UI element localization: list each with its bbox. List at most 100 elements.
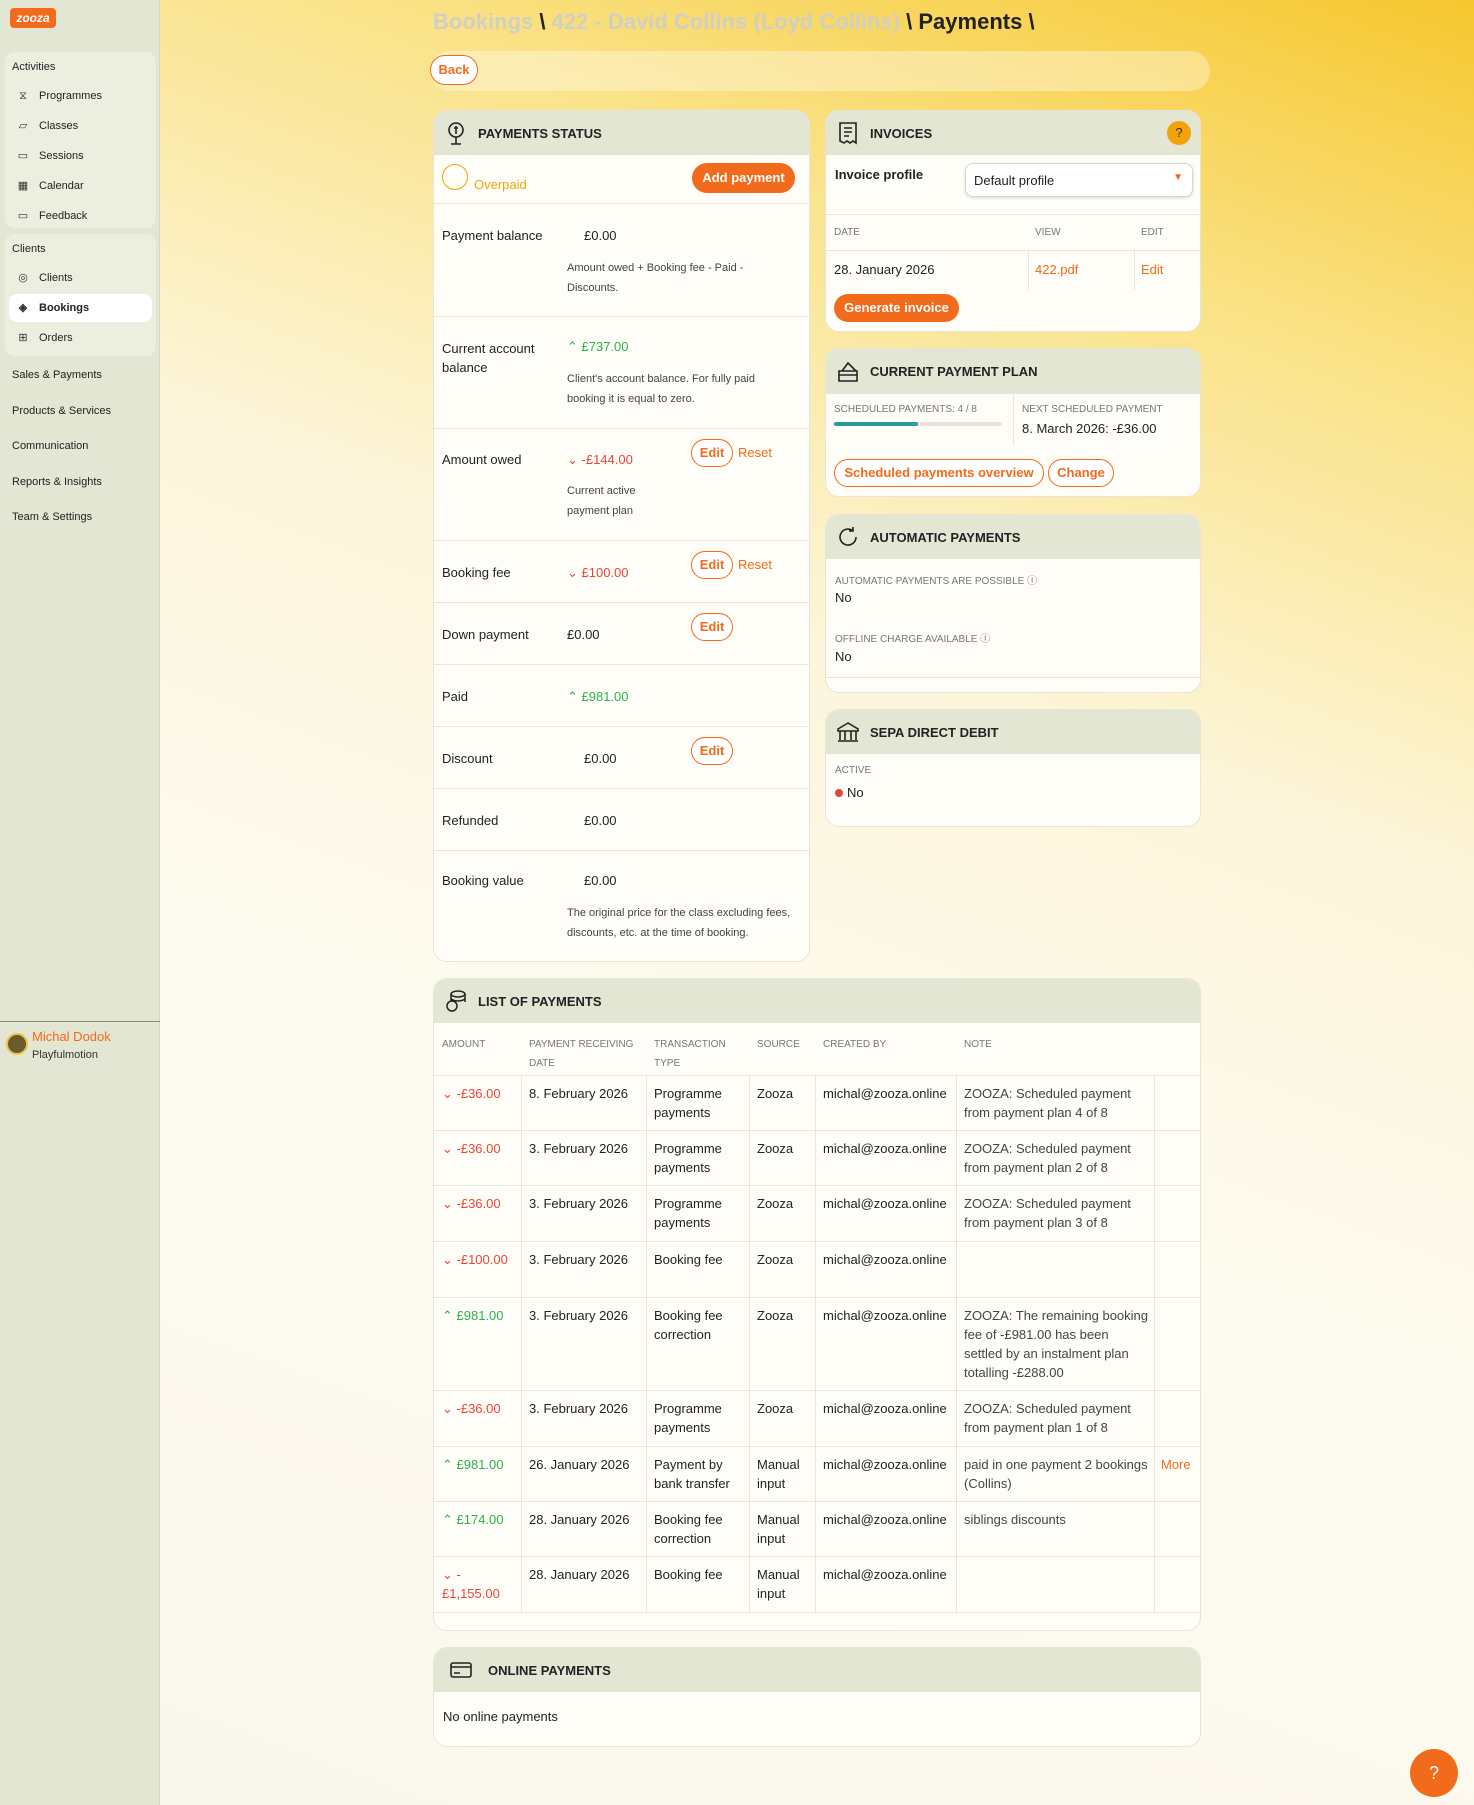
payment-plan-title: CURRENT PAYMENT PLAN xyxy=(870,363,1038,379)
payment-type: Booking fee correction xyxy=(654,1308,723,1342)
sidebar-item-communication[interactable]: Communication xyxy=(12,440,88,452)
sidebar: zooza Activities ⧖ Programmes ▱ Classes ▭ S… xyxy=(0,0,160,1805)
sidebar-item-feedback[interactable]: ▭ Feedback xyxy=(9,202,152,230)
col-divider xyxy=(1154,1186,1155,1241)
zooza-logo[interactable]: zooza xyxy=(10,8,56,28)
payment-note: ZOOZA: Scheduled payment from payment pl… xyxy=(964,1401,1131,1435)
col-divider xyxy=(749,1447,750,1501)
sidebar-item-products[interactable]: Products & Services xyxy=(12,405,111,417)
sidebar-item-orders[interactable]: ⊞ Orders xyxy=(9,324,152,352)
scheduled-progress-track xyxy=(834,422,1002,426)
payment-created: michal@zooza.online xyxy=(823,1086,947,1101)
paid-row: Paid ⌃ £981.00 xyxy=(434,664,809,726)
table-row: ⌄ -£100.00 3. February 2026 Booking fee Zoo… xyxy=(434,1241,1200,1297)
sidebar-item-bookings[interactable]: ◈ Bookings xyxy=(9,294,152,322)
payment-amount: ⌄ -£36.00 xyxy=(442,1196,501,1211)
breadcrumb-booking[interactable]: 422 - David Collins (Loyd Collins) xyxy=(552,9,900,34)
invoice-edit-link[interactable]: Edit xyxy=(1141,262,1163,277)
automatic-payments-title: AUTOMATIC PAYMENTS xyxy=(870,529,1021,545)
invoice-profile-select[interactable]: Default profile ▼ xyxy=(965,163,1193,197)
arrow-up-icon: ⌃ xyxy=(567,339,582,354)
col-divider xyxy=(1154,1447,1155,1501)
down-payment-edit-button[interactable]: Edit xyxy=(691,613,733,641)
col-divider xyxy=(521,1131,522,1185)
plan-info-row: SCHEDULED PAYMENTS: 4 / 8 NEXT SCHEDULED… xyxy=(826,393,1200,446)
info-icon[interactable]: ⓘ xyxy=(980,634,990,645)
col-divider xyxy=(521,1186,522,1241)
overpaid-icon xyxy=(442,164,468,190)
col-divider xyxy=(1154,1502,1155,1556)
help-icon[interactable]: ? xyxy=(1167,121,1191,145)
payment-type: Programme payments xyxy=(654,1141,722,1175)
automatic-payments-header: AUTOMATIC PAYMENTS xyxy=(826,515,1200,559)
sidebar-item-clients[interactable]: ◎ Clients xyxy=(9,264,152,292)
sidebar-item-programmes[interactable]: ⧖ Programmes xyxy=(9,82,152,110)
payment-status-badge: Overpaid xyxy=(474,177,527,192)
account-balance-value: ⌃ £737.00 xyxy=(567,339,629,354)
sidebar-item-calendar[interactable]: ▦ Calendar xyxy=(9,172,152,200)
payment-source: Manual input xyxy=(757,1512,800,1546)
invoice-col-edit: EDIT xyxy=(1141,227,1164,238)
amount-owed-edit-button[interactable]: Edit xyxy=(691,439,733,467)
online-payments-header: ONLINE PAYMENTS xyxy=(434,1648,1200,1692)
col-divider xyxy=(1154,1391,1155,1446)
amount-owed-value: ⌄ -£144.00 xyxy=(567,452,633,467)
scheduled-overview-button[interactable]: Scheduled payments overview xyxy=(834,459,1044,487)
breadcrumb-sep: \ xyxy=(906,9,913,34)
gift-icon: ⊞ xyxy=(18,332,28,344)
payment-source: Zooza xyxy=(757,1196,794,1211)
nav-group-clients: Clients ◎ Clients ◈ Bookings ⊞ Orders xyxy=(5,234,156,356)
col-divider xyxy=(815,1076,816,1130)
help-fab-button[interactable]: ? xyxy=(1410,1749,1458,1797)
more-link[interactable]: More xyxy=(1161,1455,1191,1474)
table-row: ⌄ -£36.00 3. February 2026 Programme payme… xyxy=(434,1130,1200,1185)
payment-date: 28. January 2026 xyxy=(529,1512,630,1527)
discount-edit-button[interactable]: Edit xyxy=(691,737,733,765)
nav-head-clients: Clients xyxy=(12,243,46,255)
bank-icon xyxy=(837,722,859,742)
discount-label: Discount xyxy=(442,751,493,766)
arrow-down-icon: ⌄ xyxy=(567,452,582,467)
booking-value-note: The original price for the class excludi… xyxy=(567,907,791,939)
payment-created: michal@zooza.online xyxy=(823,1567,947,1582)
invoices-header: INVOICES xyxy=(826,111,1200,155)
account-balance-label: Current account balance xyxy=(442,341,535,375)
col-divider xyxy=(1154,1131,1155,1185)
discount-value: £0.00 xyxy=(584,751,617,766)
table-row: ⌃ £981.00 26. January 2026 Payment by bank… xyxy=(434,1446,1200,1501)
col-created: CREATED BY xyxy=(823,1039,887,1050)
payment-note: ZOOZA: Scheduled payment from payment pl… xyxy=(964,1086,1131,1120)
booking-fee-reset-link[interactable]: Reset xyxy=(738,557,772,572)
sidebar-item-reports[interactable]: Reports & Insights xyxy=(12,476,102,488)
sidebar-item-team[interactable]: Team & Settings xyxy=(12,511,92,523)
sidebar-item-sessions[interactable]: ▭ Sessions xyxy=(9,142,152,170)
col-divider xyxy=(815,1131,816,1185)
payment-type: Booking fee xyxy=(654,1567,723,1582)
invoices-title: INVOICES xyxy=(870,125,933,141)
down-payment-value: £0.00 xyxy=(567,627,600,642)
amount-owed-reset-link[interactable]: Reset xyxy=(738,445,772,460)
arrow-down-icon: ⌄ xyxy=(442,1252,457,1267)
breadcrumb-bookings[interactable]: Bookings xyxy=(433,9,533,34)
booking-fee-edit-button[interactable]: Edit xyxy=(691,551,733,579)
col-divider xyxy=(646,1391,647,1446)
avatar[interactable] xyxy=(6,1033,28,1055)
payment-type: Payment by bank transfer xyxy=(654,1457,730,1491)
payment-type: Booking fee xyxy=(654,1252,723,1267)
invoice-profile-value: Default profile xyxy=(974,173,1055,188)
info-icon[interactable]: ⓘ xyxy=(1027,576,1037,587)
down-payment-label: Down payment xyxy=(442,627,529,642)
sidebar-item-classes[interactable]: ▱ Classes xyxy=(9,112,152,140)
col-divider xyxy=(646,1298,647,1390)
back-button[interactable]: Back xyxy=(430,55,478,85)
change-plan-button[interactable]: Change xyxy=(1048,459,1114,487)
generate-invoice-button[interactable]: Generate invoice xyxy=(834,294,959,322)
add-payment-button[interactable]: Add payment xyxy=(692,163,795,193)
amount-owed-label: Amount owed xyxy=(442,452,522,467)
payment-source: Manual input xyxy=(757,1457,800,1491)
invoice-view-link[interactable]: 422.pdf xyxy=(1035,262,1078,277)
user-name[interactable]: Michal Dodok xyxy=(32,1029,111,1044)
sidebar-item-sales[interactable]: Sales & Payments xyxy=(12,369,102,381)
payment-date: 28. January 2026 xyxy=(529,1567,630,1582)
booking-fee-row: Booking fee ⌄ £100.00 Edit Reset xyxy=(434,540,809,602)
